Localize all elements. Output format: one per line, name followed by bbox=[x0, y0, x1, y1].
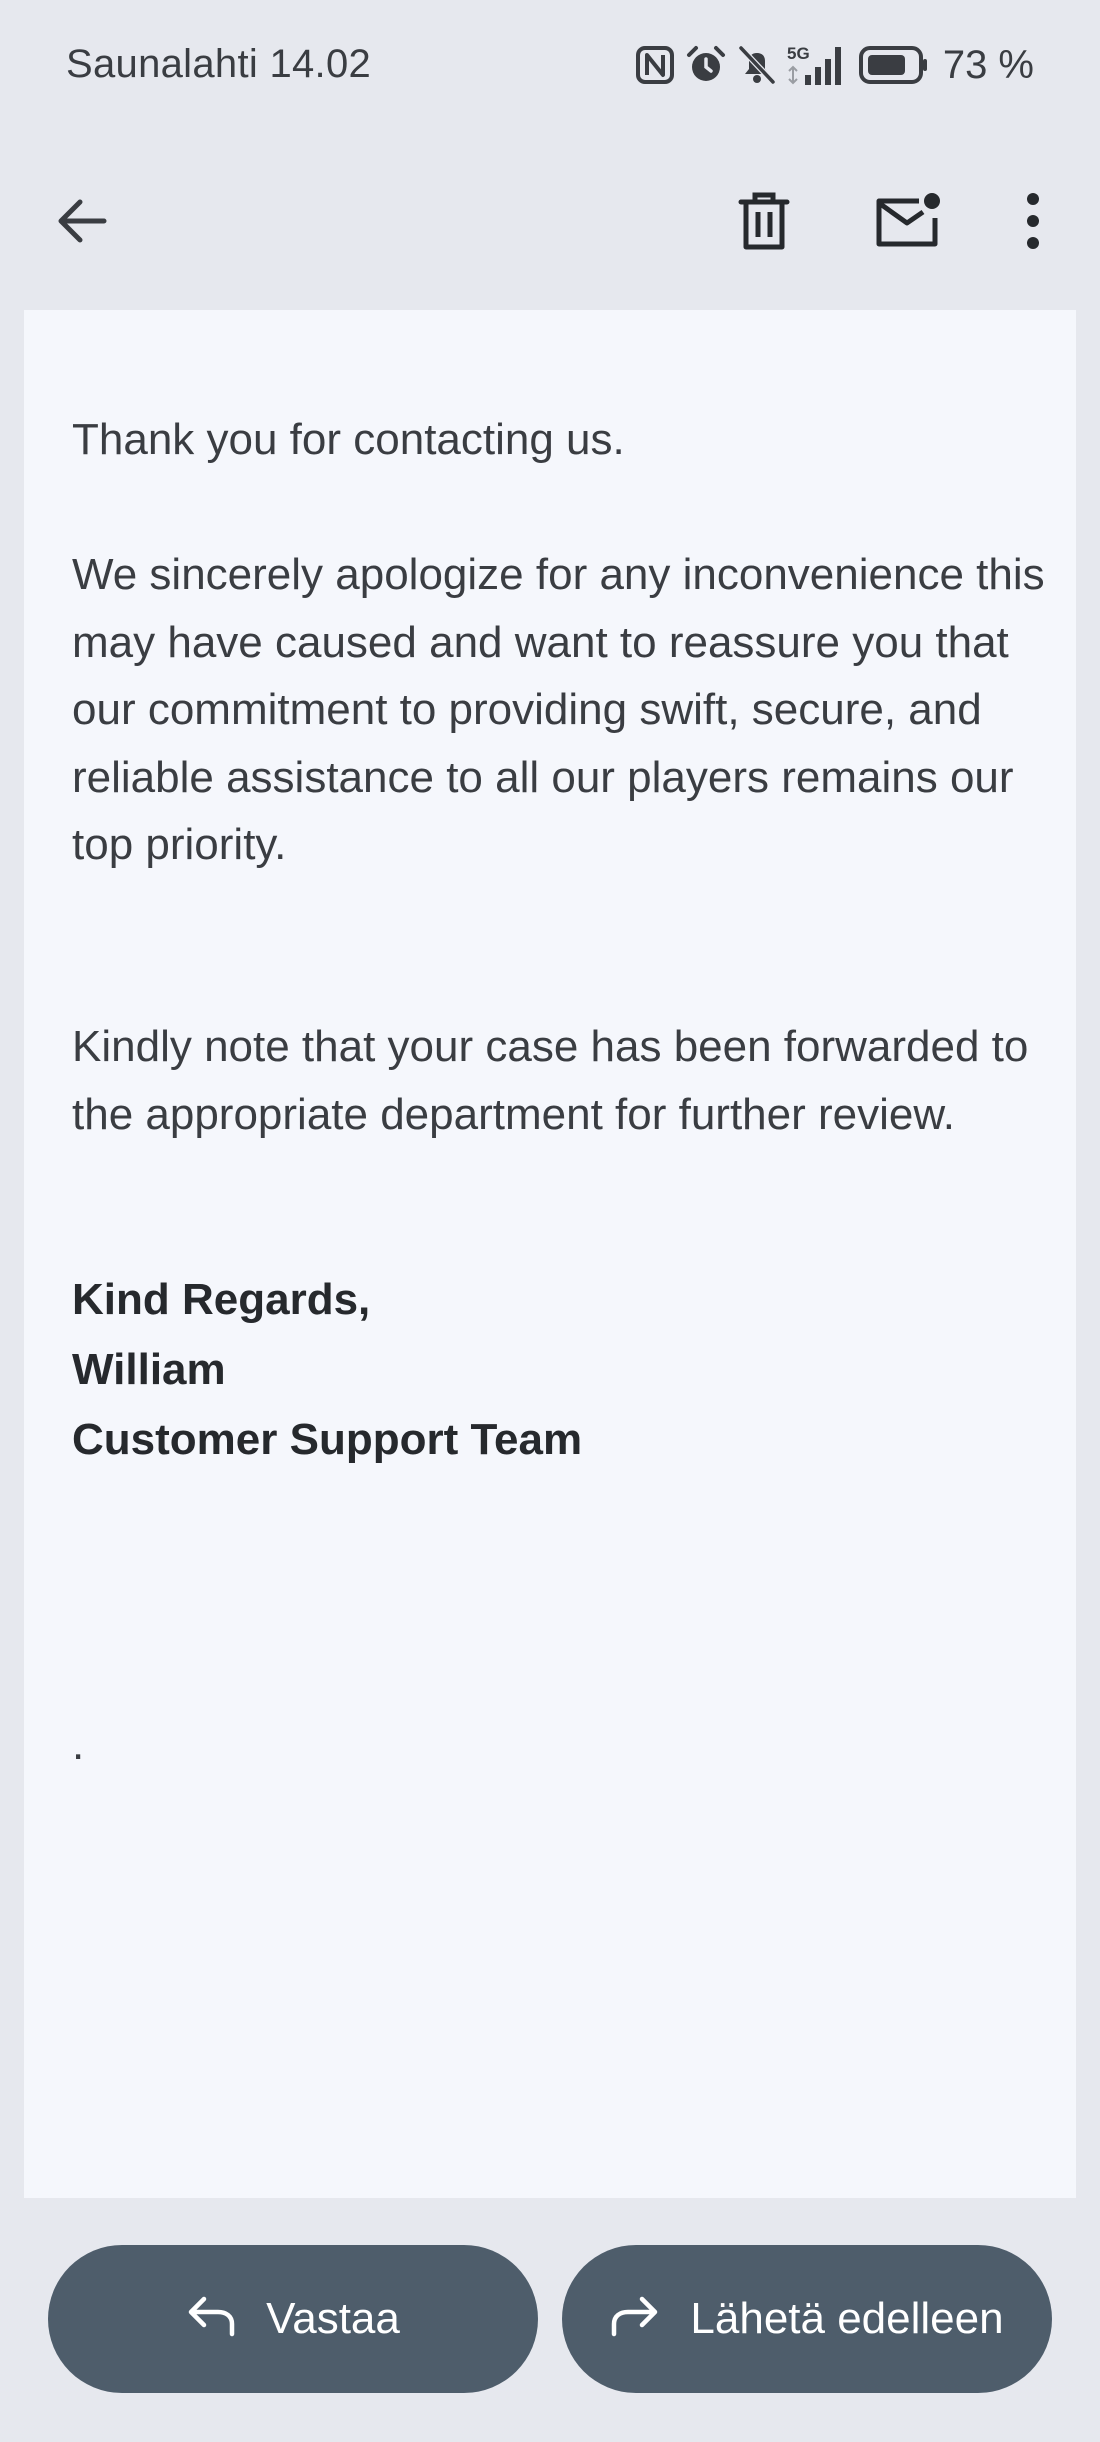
forward-label: Lähetä edelleen bbox=[690, 2294, 1004, 2343]
muted-bell-icon bbox=[737, 44, 777, 86]
carrier-time: Saunalahti 14.02 bbox=[66, 42, 372, 86]
back-button[interactable] bbox=[34, 175, 130, 271]
delete-button[interactable] bbox=[716, 175, 812, 271]
email-toolbar bbox=[0, 140, 1100, 310]
mark-unread-icon bbox=[875, 192, 941, 255]
email-body: Thank you for contacting us. We sincerel… bbox=[24, 310, 1076, 2198]
email-paragraph: Thank you for contacting us. bbox=[72, 415, 625, 464]
signature-closing: Kind Regards, bbox=[72, 1275, 371, 1324]
alarm-icon bbox=[685, 44, 727, 86]
forward-button[interactable]: Lähetä edelleen bbox=[562, 2245, 1052, 2393]
email-signature: Kind Regards, William Customer Support T… bbox=[72, 1265, 582, 1475]
battery-icon bbox=[858, 46, 929, 84]
email-paragraph: Kindly note that your case has been forw… bbox=[72, 1022, 1029, 1139]
trailing-text: . bbox=[72, 1720, 85, 1769]
nfc-icon bbox=[635, 45, 675, 85]
mark-unread-button[interactable] bbox=[860, 175, 956, 271]
more-vert-icon bbox=[1023, 192, 1043, 254]
svg-text:5G: 5G bbox=[787, 44, 810, 63]
trash-icon bbox=[737, 191, 791, 256]
reply-icon bbox=[186, 2296, 236, 2343]
battery-percent: 73 % bbox=[942, 42, 1034, 87]
status-icons: 5G 73 % bbox=[635, 40, 1034, 90]
signal-5g-icon: 5G bbox=[787, 43, 849, 87]
back-arrow-icon bbox=[54, 193, 110, 254]
reply-label: Vastaa bbox=[266, 2294, 400, 2343]
reply-button[interactable]: Vastaa bbox=[48, 2245, 538, 2393]
email-paragraph: We sincerely apologize for any inconveni… bbox=[72, 550, 1045, 869]
signature-name: William bbox=[72, 1345, 226, 1394]
more-options-button[interactable] bbox=[985, 175, 1081, 271]
status-bar: Saunalahti 14.02 5G 73 % bbox=[0, 0, 1100, 140]
forward-icon bbox=[610, 2296, 660, 2343]
signature-team: Customer Support Team bbox=[72, 1415, 583, 1464]
